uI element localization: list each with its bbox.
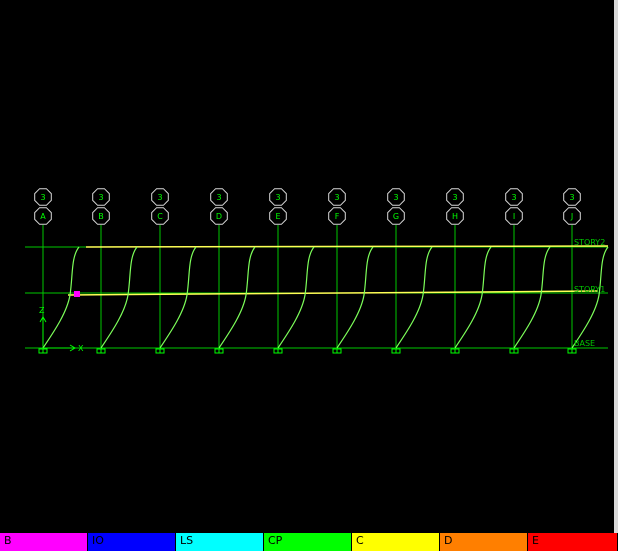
grid-bubble-letter: E (275, 212, 280, 221)
deformed-column[interactable] (454, 246, 492, 349)
fixed-support-icon (214, 348, 224, 354)
legend-label: B (4, 534, 12, 547)
elevation-view[interactable]: 3A3B3C3D3E3F3G3H3I3J STORY2STORY1BASE ZX (0, 0, 618, 533)
deformed-column[interactable] (395, 246, 433, 349)
grid-bubble-i[interactable]: 3I (505, 188, 523, 225)
deformed-column[interactable] (336, 246, 374, 349)
legend-item-io: IO (88, 533, 176, 551)
grid-bubble-number: 3 (569, 193, 574, 202)
grid-bubble-number: 3 (511, 193, 516, 202)
story-label: STORY1 (574, 285, 605, 294)
legend-item-c: C (352, 533, 440, 551)
fixed-support-icon (509, 348, 519, 354)
fixed-support-icon (332, 348, 342, 354)
deformed-column[interactable] (42, 246, 80, 349)
fixed-support-icon (567, 348, 577, 354)
legend-item-d: D (440, 533, 528, 551)
grid-bubble-number: 3 (40, 193, 45, 202)
window-frame-edge (614, 0, 618, 533)
legend-label: LS (180, 534, 194, 547)
deformed-column[interactable] (100, 246, 138, 349)
grid-bubble-number: 3 (452, 193, 457, 202)
grid-bubble-letter: G (393, 212, 399, 221)
grid-bubble-number: 3 (334, 193, 339, 202)
hinge-status-legend: B IO LS CP C D E (0, 533, 618, 551)
grid-bubble-letter: F (335, 212, 340, 221)
grid-bubble-letter: J (570, 212, 573, 221)
grid-bubble-number: 3 (275, 193, 280, 202)
grid-bubble-d[interactable]: 3D (210, 188, 228, 225)
grid-bubble-c[interactable]: 3C (151, 188, 169, 225)
story-label: BASE (574, 339, 595, 348)
legend-item-ls: LS (176, 533, 264, 551)
legend-item-cp: CP (264, 533, 352, 551)
grid-bubble-f[interactable]: 3F (328, 188, 346, 225)
model-viewport[interactable]: 3A3B3C3D3E3F3G3H3I3J STORY2 STORY1 BASE ZX (0, 0, 618, 533)
legend-label: D (444, 534, 453, 547)
deformed-column[interactable] (218, 246, 256, 349)
legend-item-b: B (0, 533, 88, 551)
legend-label: IO (92, 534, 104, 547)
deformed-column[interactable] (159, 246, 197, 349)
grid-bubble-h[interactable]: 3H (446, 188, 464, 225)
grid-bubble-letter: H (452, 212, 458, 221)
grid-bubble-number: 3 (393, 193, 398, 202)
deformed-column[interactable] (571, 246, 609, 349)
grid-bubble-letter: D (216, 212, 222, 221)
legend-label: C (356, 534, 364, 547)
z-axis-label: Z (39, 306, 45, 315)
fixed-support-icon (391, 348, 401, 354)
legend-item-e: E (528, 533, 618, 551)
fixed-support-icon (38, 348, 48, 354)
grid-bubble-letter: C (157, 212, 163, 221)
fixed-support-icon (155, 348, 165, 354)
grid-bubble-a[interactable]: 3A (34, 188, 52, 225)
legend-label: CP (268, 534, 283, 547)
grid-bubble-g[interactable]: 3G (387, 188, 405, 225)
deformed-column[interactable] (277, 246, 315, 349)
fixed-support-icon (450, 348, 460, 354)
grid-bubble-letter: B (98, 212, 104, 221)
grid-bubble-e[interactable]: 3E (269, 188, 287, 225)
story-label: STORY2 (574, 238, 605, 247)
deformed-roof-line (85, 245, 609, 248)
x-axis-label: X (78, 344, 84, 353)
grid-bubble-letter: I (513, 212, 515, 221)
legend-label: E (532, 534, 539, 547)
fixed-support-icon (273, 348, 283, 354)
grid-bubble-number: 3 (98, 193, 103, 202)
grid-bubble-j[interactable]: 3J (563, 188, 581, 225)
grid-bubble-number: 3 (216, 193, 221, 202)
grid-bubble-letter: A (40, 212, 46, 221)
grid-bubble-number: 3 (157, 193, 162, 202)
plastic-hinge-marker[interactable] (74, 291, 80, 297)
fixed-support-icon (96, 348, 106, 354)
deformed-column[interactable] (513, 246, 551, 349)
grid-bubble-b[interactable]: 3B (92, 188, 110, 225)
